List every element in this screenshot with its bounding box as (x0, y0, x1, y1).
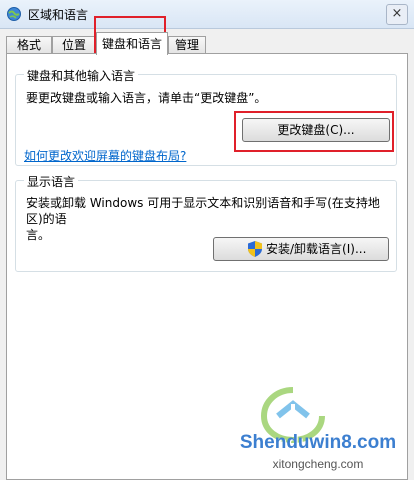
watermark-subsite-text: xitongcheng.com (272, 457, 364, 471)
globe-icon (7, 7, 21, 21)
welcome-screen-keyboard-link[interactable]: 如何更改欢迎屏幕的键盘布局? (24, 147, 186, 164)
install-uninstall-languages-button[interactable]: 安装/卸载语言(I)... (213, 237, 389, 261)
display-language-description: 安装或卸载 Windows 可用于显示文本和识别语音和手写(在支持地区)的语 言… (26, 195, 392, 243)
tab-keyboards-languages[interactable]: 键盘和语言 (96, 32, 168, 55)
tab-administrative[interactable]: 管理 (168, 36, 206, 54)
tab-formats[interactable]: 格式 (6, 36, 52, 54)
site-watermark: Shenduwin8.com xitongcheng.com (228, 386, 408, 476)
keyboard-group-title: 键盘和其他输入语言 (24, 67, 139, 84)
title-bar: 区域和语言 × (0, 0, 414, 29)
tab-location[interactable]: 位置 (52, 36, 96, 54)
uac-shield-icon (248, 241, 262, 257)
close-button[interactable]: × (386, 4, 408, 25)
watermark-site-text: Shenduwin8.com (239, 432, 397, 453)
window-title: 区域和语言 (28, 8, 89, 22)
button-highlight-box (234, 111, 394, 152)
keyboard-description: 要更改键盘或输入语言，请单击“更改键盘”。 (26, 91, 267, 105)
install-uninstall-languages-label: 安装/卸载语言(I)... (266, 242, 367, 256)
display-language-description-line1: 安装或卸载 Windows 可用于显示文本和识别语音和手写(在支持地区)的语 (26, 196, 380, 226)
display-language-group-title: 显示语言 (24, 173, 79, 190)
display-language-group: 显示语言 安装或卸载 Windows 可用于显示文本和识别语音和手写(在支持地区… (15, 173, 397, 272)
